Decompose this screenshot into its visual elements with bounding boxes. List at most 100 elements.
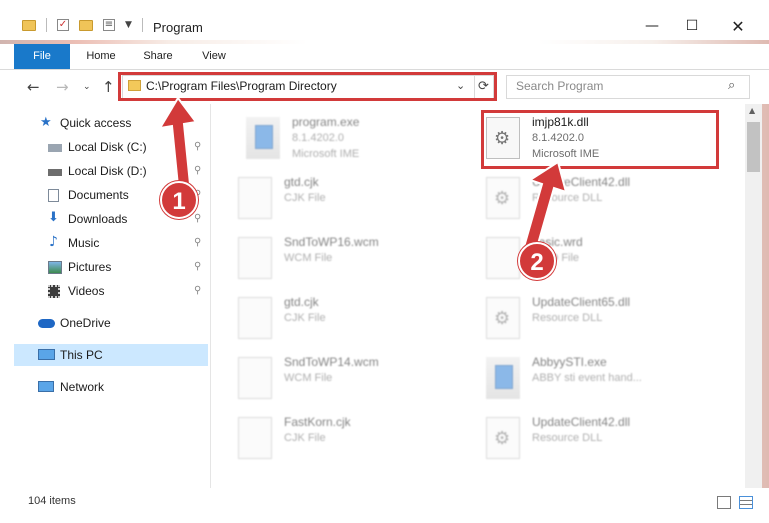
sidebar-item-label: OneDrive bbox=[60, 316, 111, 330]
list-item[interactable]: AbbyySTI.exe ABBY sti event hand... bbox=[486, 355, 726, 411]
recent-locations-icon[interactable]: ⌄ bbox=[83, 82, 91, 92]
details-view-icon[interactable] bbox=[717, 496, 731, 509]
quick-access-toolbar: ✓ ≡ ▼ bbox=[22, 18, 143, 32]
sidebar-item-pictures[interactable]: Pictures ⚲ bbox=[0, 256, 208, 278]
file-icon bbox=[238, 417, 272, 459]
sidebar-item-onedrive[interactable]: OneDrive bbox=[0, 312, 208, 334]
pin-icon[interactable]: ⚲ bbox=[194, 213, 201, 224]
sidebar-item-label: Downloads bbox=[68, 212, 128, 226]
search-icon[interactable]: ⌕ bbox=[728, 78, 735, 93]
list-item[interactable]: UpdateClient42.dll Resource DLL bbox=[486, 415, 726, 471]
pin-icon[interactable]: ⚲ bbox=[194, 285, 201, 296]
file-icon bbox=[238, 177, 272, 219]
tab-view[interactable]: View bbox=[197, 44, 231, 69]
toolbar-separator bbox=[141, 18, 143, 32]
up-arrow-icon[interactable]: ↑ bbox=[102, 78, 115, 96]
dll-gear-icon bbox=[486, 417, 520, 459]
list-item[interactable]: UpdateClient65.dll Resource DLL bbox=[486, 295, 726, 351]
sidebar-item-label: Videos bbox=[68, 284, 105, 298]
toolbar-dropdown-icon[interactable]: ▼ bbox=[125, 20, 132, 30]
sidebar-item-label: Local Disk (D:) bbox=[68, 164, 147, 178]
pin-icon[interactable]: ⚲ bbox=[194, 237, 201, 248]
list-item[interactable]: FastKorn.cjk CJK File bbox=[238, 415, 478, 471]
file-name: UpdateClient42.dll bbox=[532, 415, 631, 429]
file-description: ABBY sti event hand... bbox=[532, 372, 642, 384]
file-name: UpdateClient65.dll bbox=[532, 295, 631, 309]
list-item[interactable]: gtd.cjk CJK File bbox=[238, 295, 478, 351]
file-name: SndToWP16.wcm bbox=[284, 235, 379, 249]
tab-file[interactable]: File bbox=[14, 44, 70, 69]
sidebar-item-videos[interactable]: Videos ⚲ bbox=[0, 280, 208, 302]
dll-gear-icon bbox=[486, 117, 520, 159]
sidebar-item-label: Documents bbox=[68, 188, 129, 202]
file-description: Microsoft IME bbox=[292, 148, 360, 160]
sidebar-item-label: Local Disk (C:) bbox=[68, 140, 147, 154]
list-item[interactable]: SndToWP14.wcm WCM File bbox=[238, 355, 478, 411]
sidebar-item-network[interactable]: Network bbox=[0, 376, 208, 398]
tab-share[interactable]: Share bbox=[140, 44, 176, 69]
sidebar-item-label: Network bbox=[60, 380, 105, 394]
star-icon: ★ bbox=[40, 115, 52, 130]
file-name: imjp81k.dll bbox=[532, 115, 589, 129]
maximize-button[interactable]: ☐ bbox=[669, 12, 715, 40]
drive-icon bbox=[48, 144, 62, 152]
file-icon bbox=[238, 357, 272, 399]
documents-icon bbox=[48, 189, 59, 202]
file-icon bbox=[238, 297, 272, 339]
sidebar-item-this-pc[interactable]: This PC bbox=[14, 344, 208, 366]
title-bar: ✓ ≡ ▼ Program — ☐ ✕ bbox=[0, 0, 769, 40]
dll-gear-icon bbox=[486, 297, 520, 339]
properties-icon[interactable]: ✓ bbox=[57, 19, 69, 31]
sidebar-item-label: Music bbox=[68, 236, 100, 250]
file-version: 8.1.4202.0 bbox=[292, 132, 344, 144]
sidebar-item-label: Pictures bbox=[68, 260, 112, 274]
cloud-icon bbox=[38, 319, 55, 328]
toolbar-separator bbox=[46, 18, 47, 32]
exe-icon bbox=[486, 357, 520, 399]
videos-icon bbox=[48, 285, 60, 298]
list-item[interactable]: SndToWP16.wcm WCM File bbox=[238, 235, 478, 291]
file-name: SndToWP14.wcm bbox=[284, 355, 379, 369]
list-item[interactable]: program.exe 8.1.4202.0 Microsoft IME bbox=[246, 115, 486, 171]
new-folder-icon[interactable] bbox=[79, 19, 93, 31]
scroll-up-icon[interactable]: ▲ bbox=[749, 106, 755, 115]
file-name: FastKorn.cjk bbox=[284, 415, 351, 429]
file-name: program.exe bbox=[292, 115, 360, 129]
address-highlight-box bbox=[118, 72, 497, 101]
customize-toolbar-icon[interactable]: ≡ bbox=[103, 19, 115, 31]
list-item[interactable]: gtd.cjk CJK File bbox=[238, 175, 478, 231]
large-icons-view-icon[interactable] bbox=[739, 496, 753, 509]
file-name: AbbyySTI.exe bbox=[532, 355, 607, 369]
file-type: CJK File bbox=[284, 312, 326, 324]
forward-arrow-icon[interactable]: → bbox=[56, 78, 69, 96]
item-count: 104 items bbox=[28, 495, 76, 507]
file-version: 8.1.4202.0 bbox=[532, 132, 584, 144]
file-type: Resource DLL bbox=[532, 432, 603, 444]
file-type: Resource DLL bbox=[532, 312, 603, 324]
annotation-badge-2: 2 bbox=[518, 242, 556, 280]
network-icon bbox=[38, 381, 54, 392]
file-icon bbox=[238, 237, 272, 279]
close-button[interactable]: ✕ bbox=[715, 12, 761, 40]
drive-icon bbox=[48, 169, 62, 176]
file-type: CJK File bbox=[284, 432, 326, 444]
sidebar-item-label: This PC bbox=[60, 348, 103, 362]
pin-icon[interactable]: ⚲ bbox=[194, 261, 201, 272]
back-arrow-icon[interactable]: ← bbox=[27, 78, 40, 96]
tab-home[interactable]: Home bbox=[80, 44, 122, 69]
file-type: CJK File bbox=[284, 192, 326, 204]
file-icon bbox=[486, 237, 520, 279]
explorer-window: ✓ ≡ ▼ Program — ☐ ✕ File Home Share View… bbox=[0, 0, 769, 523]
sidebar-item-label: Quick access bbox=[60, 116, 132, 130]
ribbon-tabs: File Home Share View bbox=[0, 44, 769, 70]
file-type: WCM File bbox=[284, 372, 333, 384]
annotation-badge-1: 1 bbox=[160, 181, 198, 219]
downloads-icon: ⬇ bbox=[48, 210, 59, 225]
status-bar bbox=[0, 488, 769, 523]
scrollbar-thumb[interactable] bbox=[747, 122, 760, 172]
sidebar-item-music[interactable]: ♪ Music ⚲ bbox=[0, 232, 208, 254]
music-icon: ♪ bbox=[49, 234, 58, 250]
pictures-icon bbox=[48, 261, 62, 274]
window-title: Program bbox=[153, 20, 203, 35]
folder-icon[interactable] bbox=[22, 19, 36, 31]
